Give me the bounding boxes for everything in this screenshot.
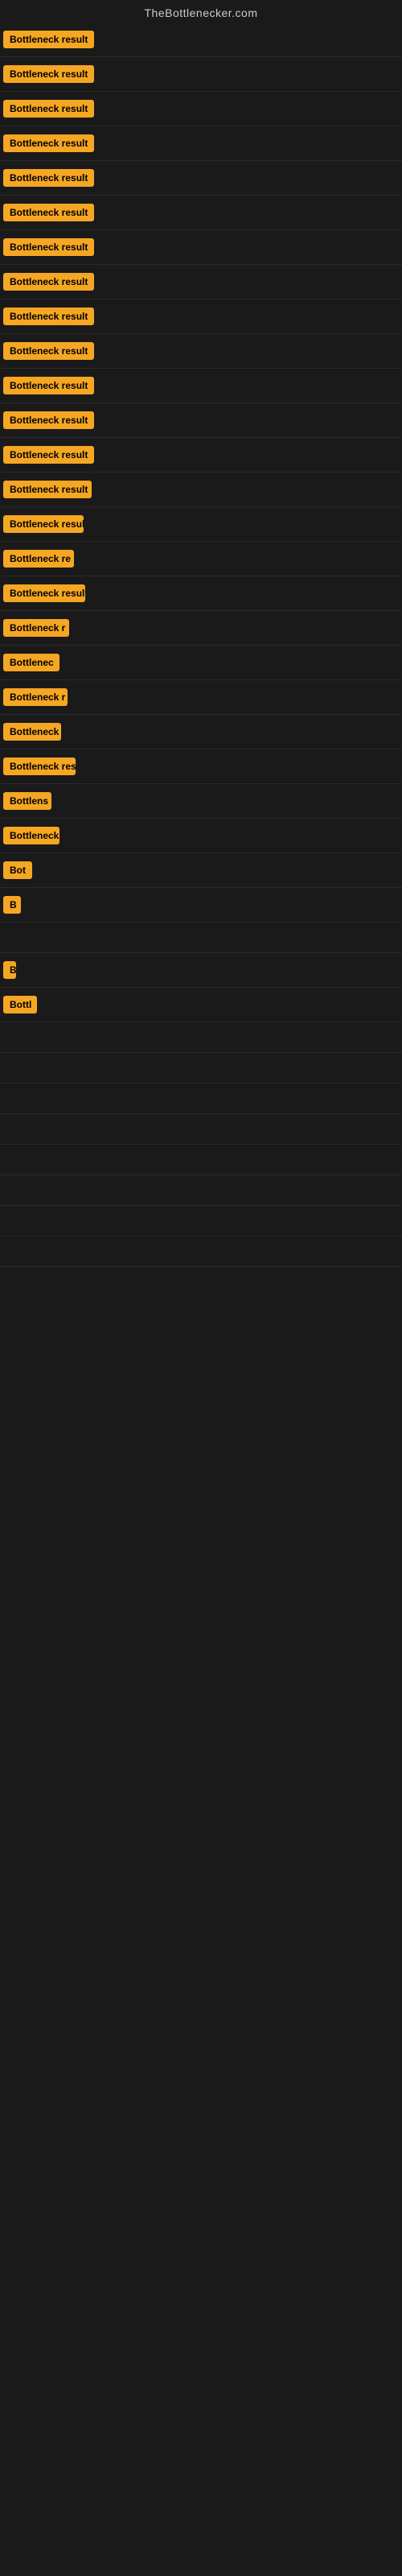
bottleneck-badge[interactable]: Bottlens: [3, 792, 51, 810]
bottleneck-item: Bottleneck result: [0, 126, 402, 161]
bottleneck-badge[interactable]: B: [3, 961, 16, 979]
bottleneck-item: Bottleneck result: [0, 403, 402, 438]
bottleneck-badge[interactable]: Bottleneck result: [3, 342, 94, 360]
bottleneck-badge[interactable]: Bottleneck re: [3, 550, 74, 568]
bottleneck-item: [0, 1175, 402, 1206]
bottleneck-badge[interactable]: Bottlenec: [3, 654, 59, 671]
bottleneck-item: Bottleneck result: [0, 230, 402, 265]
bottleneck-item: Bottleneck result: [0, 57, 402, 92]
bottleneck-item: Bottleneck re: [0, 542, 402, 576]
bottleneck-item: Bottleneck result: [0, 196, 402, 230]
bottleneck-badge[interactable]: Bottleneck result: [3, 515, 84, 533]
bottleneck-item: Bottlenec: [0, 646, 402, 680]
bottleneck-badge[interactable]: Bottleneck: [3, 723, 61, 741]
bottleneck-badge[interactable]: Bottleneck result: [3, 31, 94, 48]
bottleneck-item: Bot: [0, 853, 402, 888]
site-title: TheBottlenecker.com: [0, 0, 402, 23]
bottleneck-item: Bottleneck res: [0, 749, 402, 784]
bottleneck-item: [0, 1084, 402, 1114]
bottleneck-item: [0, 1145, 402, 1175]
bottleneck-item: Bottleneck result: [0, 438, 402, 473]
bottleneck-item: Bottleneck result: [0, 265, 402, 299]
bottleneck-item: Bottleneck result: [0, 369, 402, 403]
bottleneck-badge[interactable]: Bottleneck result: [3, 308, 94, 325]
bottleneck-item: Bottleneck: [0, 715, 402, 749]
bottleneck-item: Bottleneck r: [0, 611, 402, 646]
bottleneck-item: [0, 1053, 402, 1084]
bottleneck-item: Bottleneck result: [0, 299, 402, 334]
bottleneck-item: Bottleneck result: [0, 161, 402, 196]
bottleneck-item: Bottleneck result: [0, 507, 402, 542]
bottleneck-item: Bottl: [0, 988, 402, 1022]
bottleneck-badge[interactable]: Bottleneck result: [3, 238, 94, 256]
bottleneck-item: B: [0, 953, 402, 988]
bottleneck-item: Bottleneck result: [0, 23, 402, 57]
bottleneck-badge[interactable]: Bottleneck result: [3, 377, 94, 394]
bottleneck-badge[interactable]: Bottleneck result: [3, 273, 94, 291]
bottleneck-item: [0, 923, 402, 953]
bottleneck-badge[interactable]: Bottleneck result: [3, 100, 94, 118]
bottleneck-badge[interactable]: Bottleneck result: [3, 169, 94, 187]
bottleneck-item: B: [0, 888, 402, 923]
bottleneck-badge[interactable]: Bot: [3, 861, 32, 879]
bottleneck-badge[interactable]: Bottleneck res: [3, 758, 76, 775]
bottleneck-item: Bottleneck r: [0, 680, 402, 715]
bottleneck-item: Bottleneck result: [0, 334, 402, 369]
bottleneck-item: [0, 1022, 402, 1053]
bottleneck-badge[interactable]: Bottl: [3, 996, 37, 1013]
bottleneck-badge[interactable]: B: [3, 896, 21, 914]
bottleneck-item: Bottleneck result: [0, 473, 402, 507]
bottleneck-badge[interactable]: Bottleneck result: [3, 411, 94, 429]
bottleneck-badge[interactable]: Bottleneck result: [3, 204, 94, 221]
bottleneck-badge[interactable]: Bottleneck: [3, 827, 59, 844]
bottleneck-badge[interactable]: Bottleneck r: [3, 619, 69, 637]
bottleneck-item: Bottlens: [0, 784, 402, 819]
bottleneck-item: Bottleneck: [0, 819, 402, 853]
bottleneck-badge[interactable]: Bottleneck r: [3, 688, 68, 706]
bottleneck-badge[interactable]: Bottleneck result: [3, 481, 92, 498]
bottleneck-item: [0, 1206, 402, 1236]
bottleneck-badge[interactable]: Bottleneck result: [3, 584, 85, 602]
bottleneck-badge[interactable]: Bottleneck result: [3, 65, 94, 83]
bottleneck-item: Bottleneck result: [0, 92, 402, 126]
bottleneck-item: [0, 1236, 402, 1267]
bottleneck-item: [0, 1114, 402, 1145]
bottleneck-badge[interactable]: Bottleneck result: [3, 134, 94, 152]
bottleneck-badge[interactable]: Bottleneck result: [3, 446, 94, 464]
bottleneck-item: Bottleneck result: [0, 576, 402, 611]
